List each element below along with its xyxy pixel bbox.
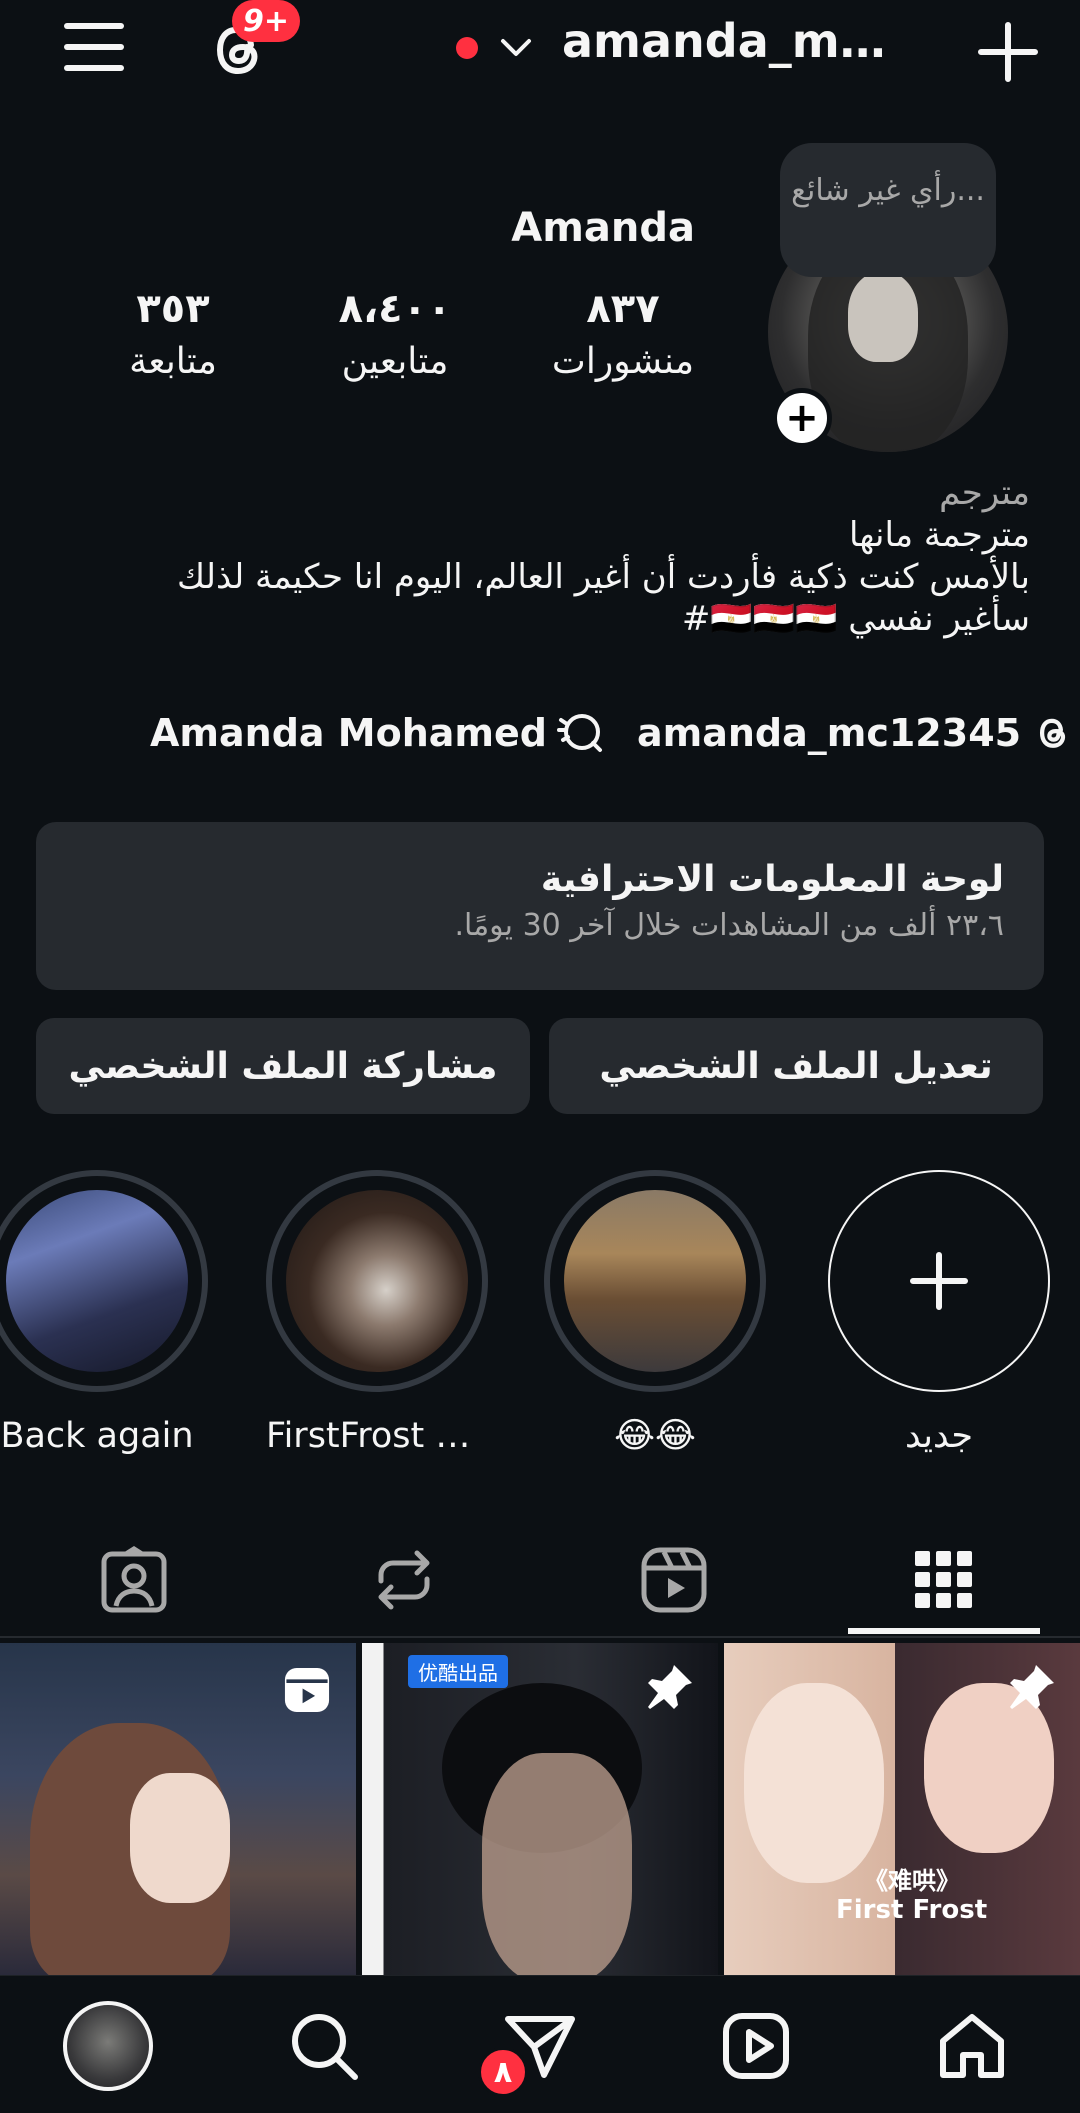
- highlight-new[interactable]: جديد: [828, 1170, 1050, 1458]
- highlight-ring: [266, 1170, 488, 1392]
- highlight-ring: [0, 1170, 208, 1392]
- highlight-item[interactable]: FirstFrost Dra...: [266, 1170, 488, 1458]
- post-thumbnail: [744, 1683, 884, 1883]
- threads-handle-link[interactable]: amanda_mc12345: [637, 711, 1021, 755]
- nav-search[interactable]: [274, 1996, 374, 2096]
- active-tab-indicator: [848, 1628, 1040, 1634]
- search-icon: [292, 2014, 358, 2080]
- avatar-face-shape: [848, 272, 918, 362]
- stat-label: متابعة: [129, 341, 217, 382]
- notifications-badge: 9+: [232, 0, 300, 42]
- profile-bio: مترجم مترجمة مانها بالأمس كنت ذكية فأردت…: [50, 472, 1030, 640]
- tab-reposts[interactable]: [304, 1520, 504, 1640]
- nav-home[interactable]: [922, 1996, 1022, 2096]
- post-label: 优酷出品: [408, 1655, 508, 1688]
- chat-bubble-icon: [556, 710, 603, 756]
- pin-icon: [644, 1661, 696, 1717]
- grid-post[interactable]: [0, 1643, 356, 1975]
- nav-profile[interactable]: [58, 1996, 158, 2096]
- plus-icon: [828, 1170, 1050, 1392]
- bio-line: بالأمس كنت ذكية فأردت أن أغير العالم، ال…: [177, 557, 1030, 597]
- post-label: 《难哄》: [864, 1867, 960, 1895]
- dashboard-subtitle: ٢٣،٦ ألف من المشاهدات خلال آخر 30 يومًا.: [454, 908, 1004, 943]
- add-story-plus-icon[interactable]: +: [772, 388, 832, 448]
- repost-icon: [378, 1550, 430, 1610]
- chevron-down-icon[interactable]: [496, 28, 536, 68]
- home-icon: [940, 2014, 1004, 2078]
- stat-following[interactable]: ٣٥٣ متابعة: [108, 282, 238, 388]
- highlight-cover: [6, 1190, 188, 1372]
- threads-small-icon: [1033, 711, 1073, 755]
- stat-followers[interactable]: ٨،٤٠٠ متابعين: [320, 282, 470, 388]
- bio-category: مترجم: [939, 473, 1030, 513]
- messages-badge: ٨: [478, 2047, 528, 2097]
- stat-label: منشورات: [551, 341, 695, 382]
- dashboard-title: لوحة المعلومات الاحترافية: [540, 859, 1004, 900]
- top-bar: 9+ amanda_mc...: [0, 0, 1080, 100]
- tabs-divider: [0, 1636, 1080, 1638]
- highlight-label: Back again: [0, 1416, 194, 1456]
- post-figure-shape: [482, 1753, 632, 1975]
- highlight-item[interactable]: Back again: [0, 1170, 208, 1458]
- reels-icon: [723, 2013, 789, 2079]
- highlight-cover: [564, 1190, 746, 1372]
- tagged-icon: [101, 1546, 167, 1613]
- live-status-dot: [456, 37, 478, 59]
- share-profile-button[interactable]: مشاركة الملف الشخصي: [36, 1018, 530, 1114]
- tab-tagged[interactable]: [34, 1520, 234, 1640]
- profile-links: Amanda Mohamed amanda_mc12345: [150, 710, 1073, 756]
- linked-name-link[interactable]: Amanda Mohamed: [150, 711, 547, 755]
- bottom-navigation: [0, 1975, 1080, 2113]
- account-username[interactable]: amanda_mc...: [562, 14, 902, 68]
- post-label: First Frost: [836, 1895, 988, 1925]
- stat-posts[interactable]: ٨٣٧ منشورات: [548, 282, 698, 388]
- grid-icon: [915, 1551, 972, 1608]
- highlight-label: جديد: [904, 1416, 974, 1456]
- nav-reels[interactable]: [706, 1996, 806, 2096]
- pin-icon: [1006, 1661, 1058, 1717]
- professional-dashboard[interactable]: لوحة المعلومات الاحترافية ٢٣،٦ ألف من ال…: [36, 822, 1044, 990]
- menu-icon[interactable]: [58, 14, 130, 80]
- profile-tabs: [0, 1520, 1080, 1640]
- highlight-ring: [544, 1170, 766, 1392]
- highlight-label: 😂😂: [614, 1416, 696, 1456]
- grid-post[interactable]: 优酷出品: [362, 1643, 718, 1975]
- edit-profile-button[interactable]: تعديل الملف الشخصي: [549, 1018, 1043, 1114]
- highlight-item[interactable]: 😂😂: [544, 1170, 766, 1458]
- stat-value: ٨،٤٠٠: [338, 286, 452, 332]
- post-face-shape: [130, 1773, 230, 1903]
- grid-post[interactable]: 《难哄》 First Frost: [724, 1643, 1080, 1975]
- reels-icon: [282, 1665, 332, 1719]
- stat-value: ٨٣٧: [586, 286, 660, 332]
- tab-reels[interactable]: [574, 1520, 774, 1640]
- bio-line: سأغير نفسي 🇪🇬🇪🇬🇪🇬#: [681, 599, 1030, 639]
- profile-avatar-small: [63, 2001, 153, 2091]
- bio-line: مترجمة مانها: [848, 515, 1030, 555]
- highlight-cover: [286, 1190, 468, 1372]
- display-name: Amanda: [511, 205, 695, 251]
- stat-label: متابعين: [341, 341, 449, 382]
- reels-icon: [641, 1547, 707, 1613]
- profile-note-bubble[interactable]: رأي غير شائع...: [780, 143, 996, 277]
- tab-posts-grid[interactable]: [844, 1520, 1044, 1640]
- highlight-label: FirstFrost Dra...: [266, 1416, 488, 1456]
- create-plus-icon[interactable]: [972, 16, 1044, 88]
- stat-value: ٣٥٣: [136, 286, 210, 332]
